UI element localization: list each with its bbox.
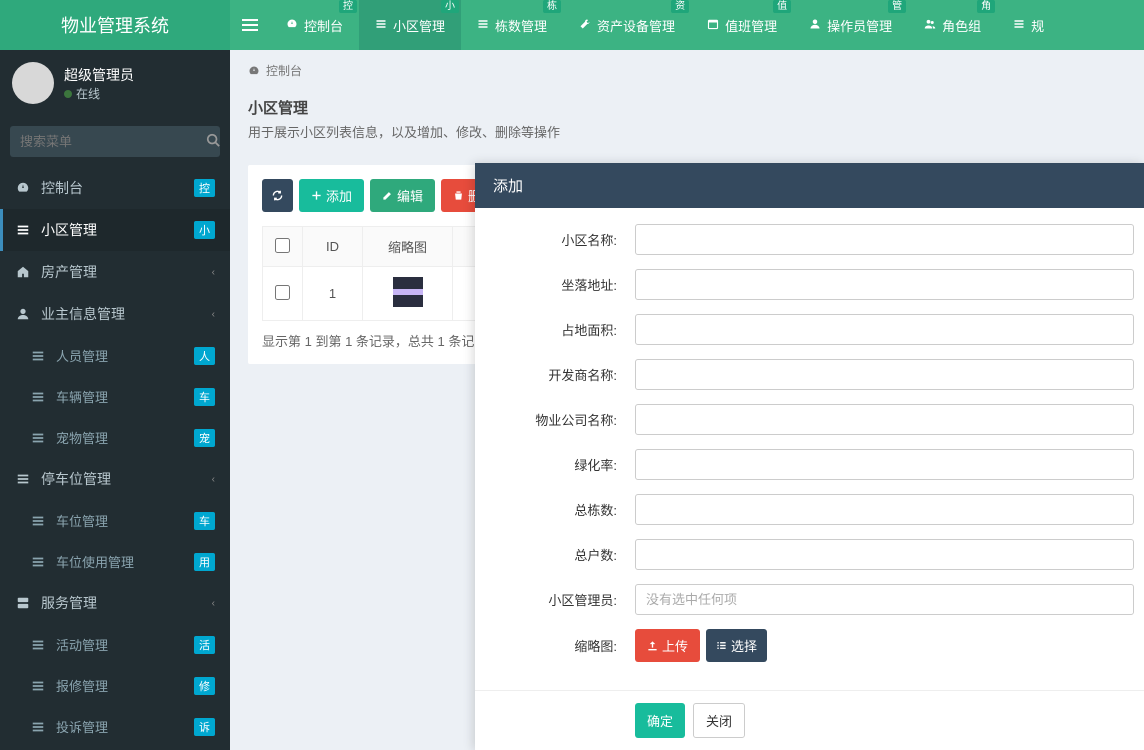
sidebar-subitem-3-0[interactable]: 人员管理人	[0, 335, 230, 376]
home-icon	[15, 265, 31, 279]
dashboard-icon	[286, 18, 298, 33]
chevron-left-icon: ‹	[212, 267, 215, 278]
upload-button[interactable]: 上传	[635, 629, 700, 662]
top-tab-2[interactable]: 栋数管理栋	[461, 0, 563, 50]
row-thumbnail	[393, 277, 423, 307]
top-tab-5[interactable]: 操作员管理管	[793, 0, 908, 50]
row-id: 1	[303, 267, 363, 321]
top-tab-3[interactable]: 资产设备管理资	[563, 0, 691, 50]
list-icon	[15, 472, 31, 486]
top-tab-6[interactable]: 角色组角	[908, 0, 997, 50]
top-tab-4[interactable]: 值班管理值	[691, 0, 793, 50]
app-logo: 物业管理系统	[0, 0, 230, 50]
modal-close-button[interactable]: 关闭	[693, 703, 745, 738]
list-icon	[1013, 18, 1025, 33]
edit-button[interactable]: 编辑	[370, 179, 435, 212]
menu-toggle[interactable]	[230, 0, 270, 50]
plus-icon	[311, 190, 322, 201]
hamburger-icon	[242, 17, 258, 33]
sidebar-subitem-3-2[interactable]: 宠物管理宠	[0, 417, 230, 458]
sidebar-item-2[interactable]: 房产管理‹	[0, 251, 230, 293]
list-icon	[375, 18, 387, 33]
field-developer[interactable]	[635, 359, 1134, 390]
row-checkbox[interactable]	[275, 285, 290, 300]
user-icon	[15, 307, 31, 321]
field-household-count[interactable]	[635, 539, 1134, 570]
server-icon	[15, 596, 31, 610]
page-description: 用于展示小区列表信息，以及增加、修改、删除等操作	[248, 122, 1126, 141]
add-button[interactable]: 添加	[299, 179, 364, 212]
avatar	[12, 62, 54, 104]
sidebar-subitem-5-0[interactable]: 活动管理活	[0, 624, 230, 665]
field-property-company[interactable]	[635, 404, 1134, 435]
field-address[interactable]	[635, 269, 1134, 300]
list-icon	[30, 555, 46, 569]
user-status: 在线	[64, 85, 134, 102]
wrench-icon	[579, 18, 591, 33]
select-file-button[interactable]: 选择	[706, 629, 767, 662]
sidebar-subitem-5-2[interactable]: 投诉管理诉	[0, 706, 230, 747]
field-area[interactable]	[635, 314, 1134, 345]
page-title: 小区管理	[248, 97, 1126, 118]
user-icon	[809, 18, 821, 33]
calendar-icon	[707, 18, 719, 33]
sidebar-search-input[interactable]	[10, 126, 206, 157]
sidebar-item-3[interactable]: 业主信息管理‹	[0, 293, 230, 335]
field-admin-select[interactable]	[635, 584, 1134, 615]
list-icon	[30, 679, 46, 693]
chevron-left-icon: ‹	[212, 598, 215, 609]
sidebar-subitem-4-1[interactable]: 车位使用管理用	[0, 541, 230, 582]
dashboard-icon	[15, 181, 31, 195]
modal-title: 添加	[475, 163, 1144, 208]
list-icon	[15, 223, 31, 237]
field-building-count[interactable]	[635, 494, 1134, 525]
users-icon	[924, 18, 936, 33]
upload-icon	[647, 640, 658, 651]
add-modal: 添加 小区名称: 坐落地址: 占地面积: 开发商名称: 物业公司名称: 绿化率:…	[475, 163, 1144, 750]
sidebar-subitem-3-1[interactable]: 车辆管理车	[0, 376, 230, 417]
chevron-left-icon: ‹	[212, 474, 215, 485]
sidebar-item-5[interactable]: 服务管理‹	[0, 582, 230, 624]
user-panel: 超级管理员 在线	[0, 50, 230, 116]
list-icon	[30, 514, 46, 528]
sidebar-subitem-4-0[interactable]: 车位管理车	[0, 500, 230, 541]
refresh-button[interactable]	[262, 179, 293, 212]
trash-icon	[453, 190, 464, 201]
chevron-left-icon: ‹	[212, 309, 215, 320]
field-green-rate[interactable]	[635, 449, 1134, 480]
sidebar-search-button[interactable]	[206, 126, 220, 157]
pencil-icon	[382, 190, 393, 201]
dashboard-icon	[248, 65, 260, 77]
select-all-checkbox[interactable]	[275, 238, 290, 253]
list-icon	[30, 349, 46, 363]
top-tab-0[interactable]: 控制台控	[270, 0, 359, 50]
sidebar-subitem-5-1[interactable]: 报修管理修	[0, 665, 230, 706]
sidebar-item-4[interactable]: 停车位管理‹	[0, 458, 230, 500]
field-community-name[interactable]	[635, 224, 1134, 255]
modal-ok-button[interactable]: 确定	[635, 703, 685, 738]
list-icon	[30, 638, 46, 652]
search-icon	[206, 133, 220, 147]
list-icon	[477, 18, 489, 33]
top-tab-7[interactable]: 规	[997, 0, 1060, 50]
sidebar-item-0[interactable]: 控制台控	[0, 167, 230, 209]
breadcrumb: 控制台	[230, 50, 1144, 91]
top-tab-1[interactable]: 小区管理小	[359, 0, 461, 50]
list-icon	[30, 720, 46, 734]
list-icon	[716, 640, 727, 651]
refresh-icon	[272, 190, 283, 201]
sidebar-item-1[interactable]: 小区管理小	[0, 209, 230, 251]
list-icon	[30, 390, 46, 404]
list-icon	[30, 431, 46, 445]
user-name: 超级管理员	[64, 65, 134, 85]
